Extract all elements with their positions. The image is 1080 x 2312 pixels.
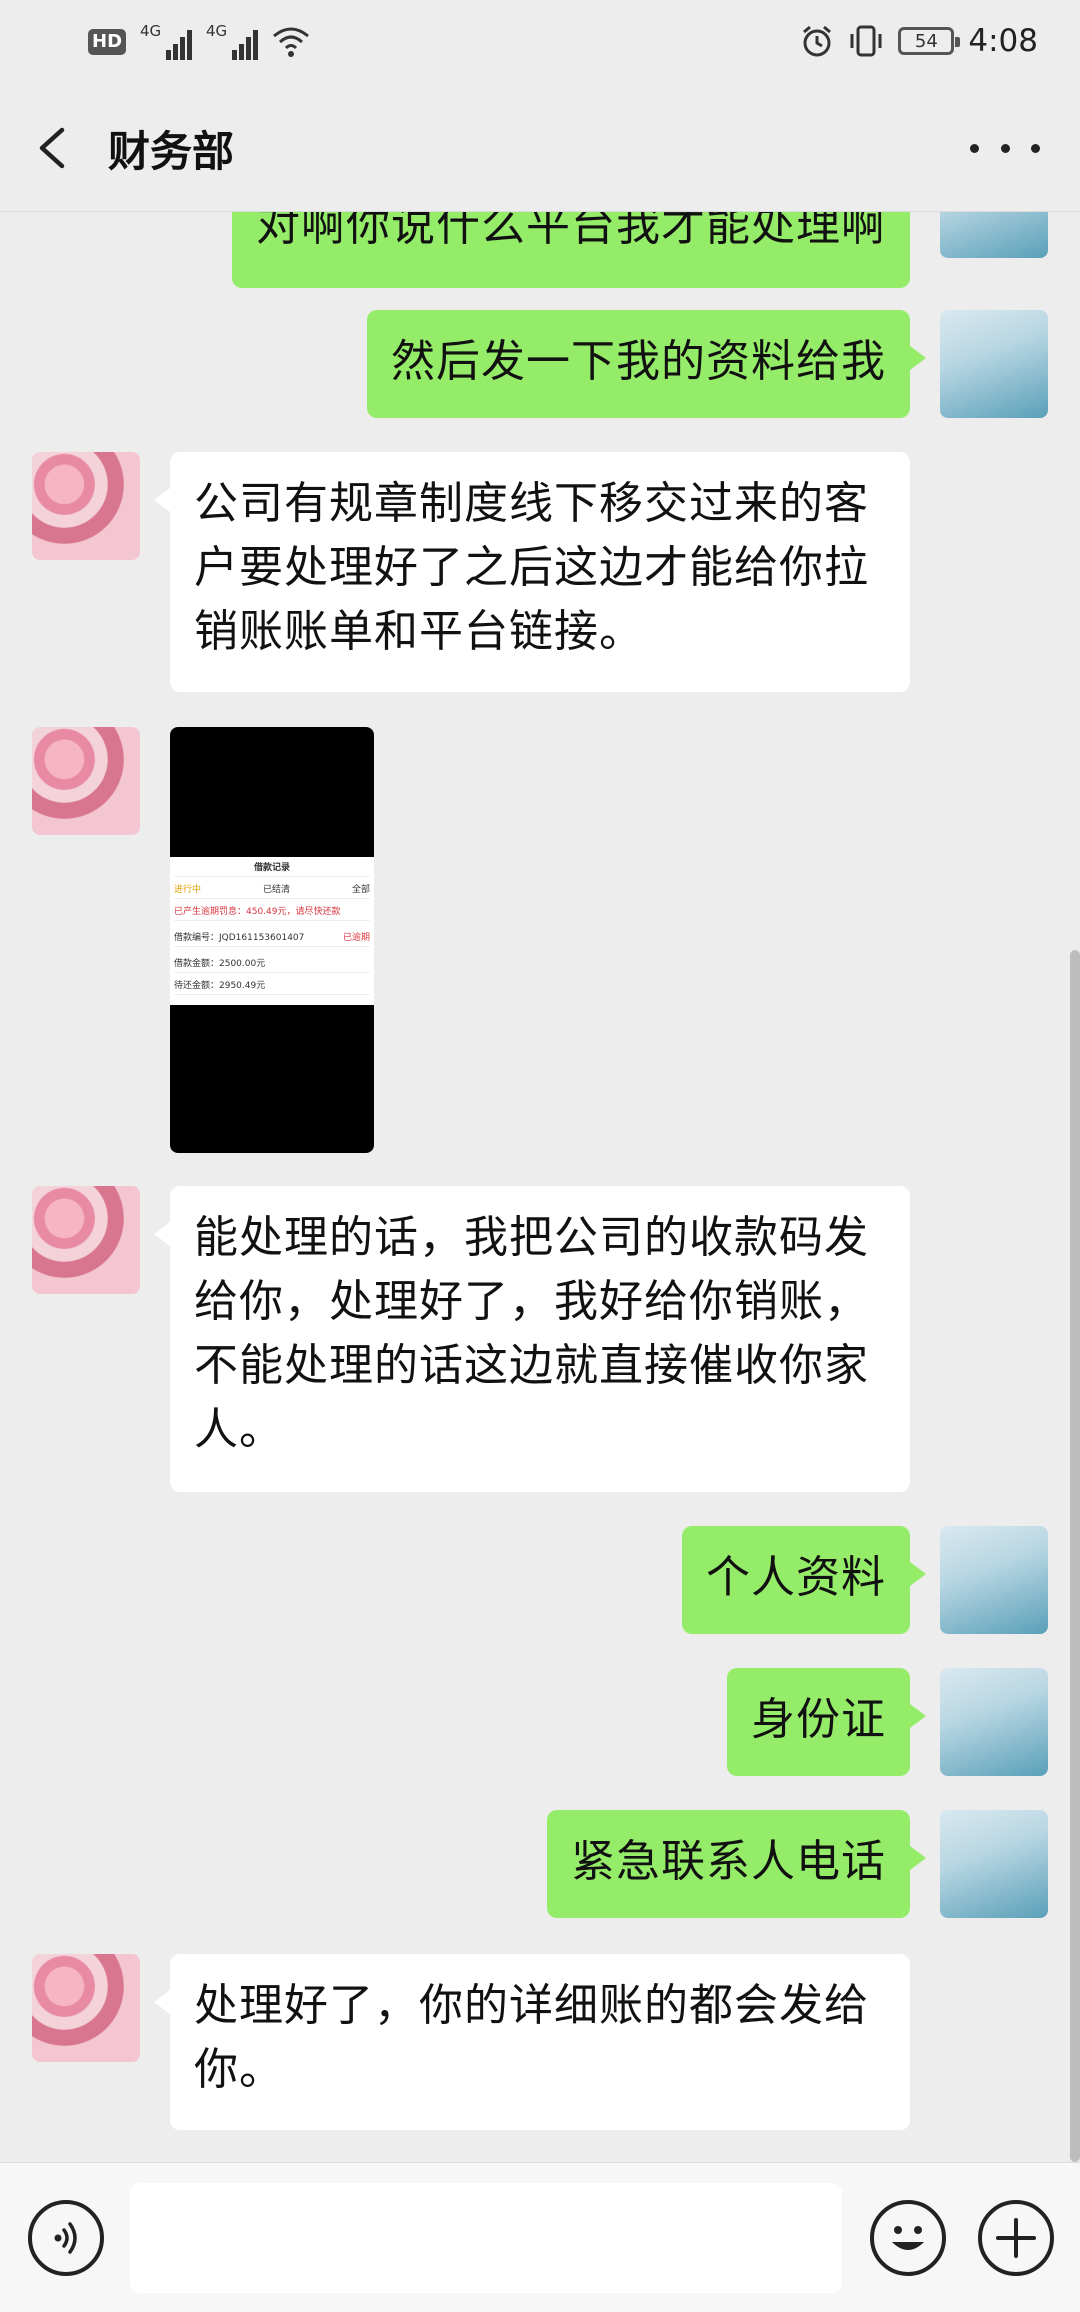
message-input[interactable] — [130, 2183, 842, 2293]
hd-icon: HD — [88, 29, 127, 55]
contact-avatar[interactable] — [32, 452, 140, 560]
back-button[interactable] — [28, 116, 88, 180]
message-row: 身份证 — [0, 1668, 1080, 1778]
status-right: 54 4:08 — [800, 18, 1038, 64]
voice-icon — [54, 2222, 77, 2254]
contact-avatar[interactable] — [32, 1954, 140, 2062]
clock: 4:08 — [968, 23, 1038, 59]
message-text: 身份证 — [751, 1694, 886, 1745]
signal-icon: 4G — [140, 22, 193, 60]
wifi-icon — [273, 27, 309, 57]
message-bubble[interactable]: 然后发一下我的资料给我 — [367, 310, 926, 418]
chat-title: 财务部 — [108, 127, 235, 176]
dot-icon — [970, 143, 979, 153]
message-bubble[interactable]: 公司有规章制度线下移交过来的客户要处理好了之后这边才能给你拉销账账单和平台链接。 — [154, 452, 910, 692]
my-avatar[interactable] — [940, 212, 1048, 258]
more-button[interactable] — [970, 130, 1040, 166]
message-text: 对啊你说什么平台我才能处理啊 — [256, 212, 886, 251]
more-functions-button[interactable] — [978, 2200, 1054, 2276]
message-row: 处理好了，你的详细账的都会发给你。 — [0, 1954, 1080, 2130]
emoji-icon — [892, 2226, 924, 2250]
vibrate-icon — [850, 25, 882, 57]
message-bubble[interactable]: 紧急联系人电话 — [547, 1810, 926, 1918]
voice-button[interactable] — [28, 2200, 104, 2276]
message-bubble[interactable]: 处理好了，你的详细账的都会发给你。 — [154, 1954, 910, 2130]
contact-avatar[interactable] — [32, 727, 140, 835]
screenshot-thumbnail: 借款记录 进行中 已结清 全部 已产生逾期罚息：450.49元，请尽快还款 借款编号… — [170, 857, 374, 1005]
emoji-button[interactable] — [870, 2200, 946, 2276]
input-bar — [0, 2162, 1080, 2312]
status-left: HD 4G 4G — [88, 22, 310, 62]
scrollbar[interactable] — [1070, 950, 1080, 2162]
message-row: 然后发一下我的资料给我 — [0, 310, 1080, 420]
alarm-icon — [803, 25, 832, 57]
message-text: 紧急联系人电话 — [571, 1836, 886, 1887]
chat-area[interactable]: 对啊你说什么平台我才能处理啊 然后发一下我的资料给我 公司有规章制度线下移交过来… — [0, 212, 1080, 2162]
signal-icon-2: 4G — [206, 22, 259, 60]
message-bubble[interactable]: 能处理的话，我把公司的收款码发给你，处理好了，我好给你销账，不能处理的话这边就直… — [154, 1186, 910, 1492]
message-bubble[interactable]: 个人资料 — [682, 1526, 926, 1634]
status-bar: HD 4G 4G 54 4:08 — [0, 0, 1080, 84]
my-avatar[interactable] — [940, 1810, 1048, 1918]
message-text: 公司有规章制度线下移交过来的客户要处理好了之后这边才能给你拉销账账单和平台链接。 — [194, 478, 869, 657]
contact-avatar[interactable] — [32, 1186, 140, 1294]
message-row: 对啊你说什么平台我才能处理啊 — [0, 212, 1080, 288]
plus-icon — [996, 2218, 1036, 2258]
dot-icon — [1031, 143, 1040, 153]
message-bubble[interactable]: 对啊你说什么平台我才能处理啊 — [232, 212, 910, 288]
my-avatar[interactable] — [940, 1526, 1048, 1634]
chat-header: 财务部 — [0, 84, 1080, 212]
chevron-left-icon — [39, 127, 65, 169]
message-row: 紧急联系人电话 — [0, 1810, 1080, 1920]
message-row: 能处理的话，我把公司的收款码发给你，处理好了，我好给你销账，不能处理的话这边就直… — [0, 1186, 1080, 1492]
message-row: 个人资料 — [0, 1526, 1080, 1636]
message-text: 处理好了，你的详细账的都会发给你。 — [194, 1980, 869, 2095]
image-message[interactable]: 借款记录 进行中 已结清 全部 已产生逾期罚息：450.49元，请尽快还款 借款编号… — [170, 727, 374, 1153]
message-text: 能处理的话，我把公司的收款码发给你，处理好了，我好给你销账，不能处理的话这边就直… — [194, 1212, 869, 1455]
message-bubble[interactable]: 身份证 — [727, 1668, 926, 1776]
dot-icon — [1000, 143, 1010, 153]
message-text: 然后发一下我的资料给我 — [391, 336, 886, 387]
message-row: 公司有规章制度线下移交过来的客户要处理好了之后这边才能给你拉销账账单和平台链接。 — [0, 452, 1080, 692]
my-avatar[interactable] — [940, 310, 1048, 418]
message-text: 个人资料 — [706, 1552, 886, 1603]
my-avatar[interactable] — [940, 1668, 1048, 1776]
battery-icon: 54 — [898, 27, 961, 55]
